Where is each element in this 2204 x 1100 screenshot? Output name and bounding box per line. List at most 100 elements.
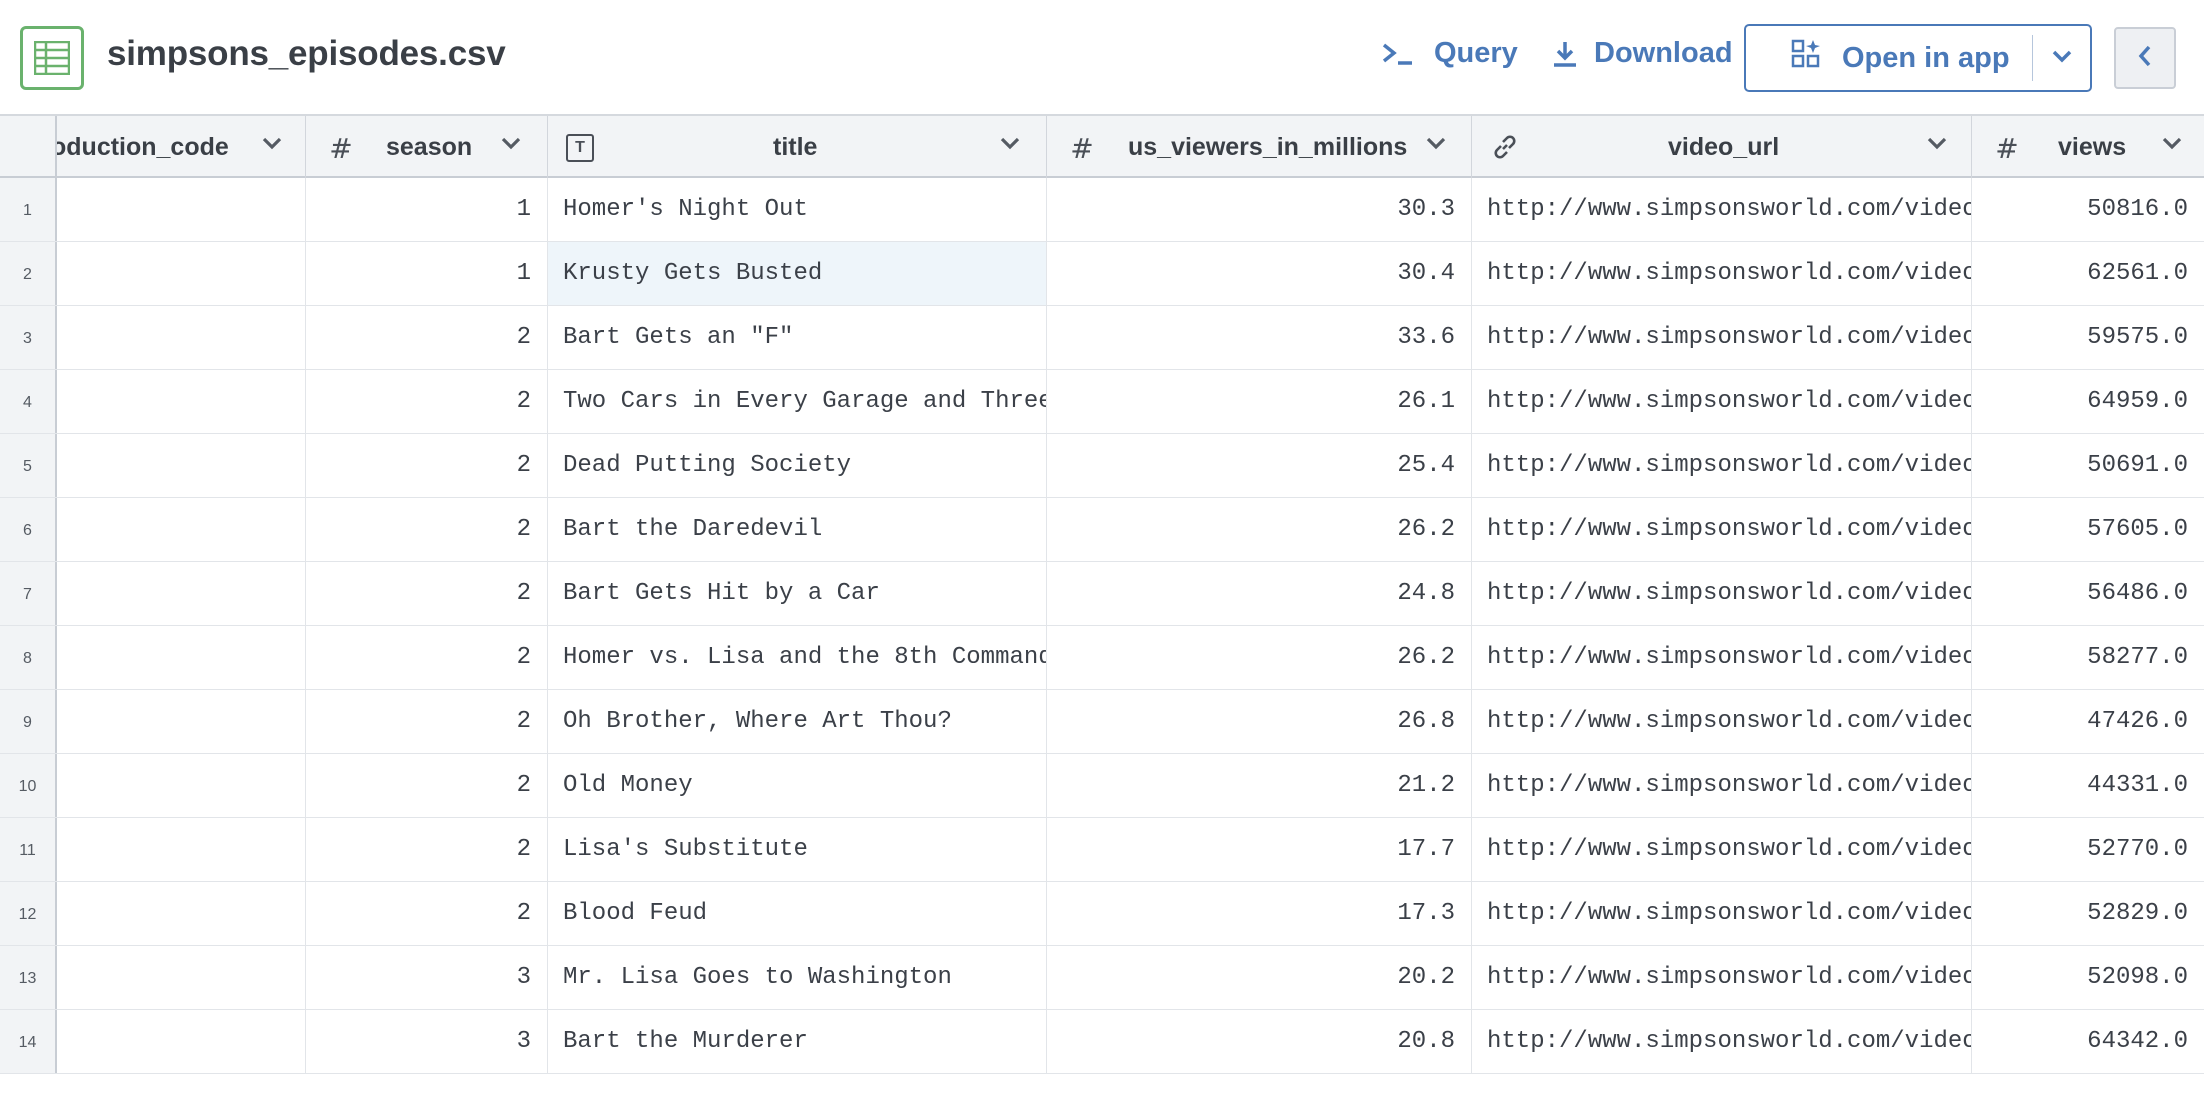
cell-views[interactable]: 62561.0: [1972, 242, 2204, 305]
cell-video-url[interactable]: http://www.simpsonsworld.com/video/26: [1472, 498, 1972, 561]
cell-views[interactable]: 64342.0: [1972, 1010, 2204, 1073]
cell-season[interactable]: 2: [306, 818, 548, 881]
cell-season[interactable]: 1: [306, 178, 548, 241]
cell-us-viewers[interactable]: 26.8: [1047, 690, 1472, 753]
cell-title[interactable]: Dead Putting Society: [548, 434, 1047, 497]
cell-video-url[interactable]: http://www.simpsonsworld.com/video/28: [1472, 818, 1972, 881]
column-header-season[interactable]: # season: [306, 116, 548, 178]
table-row[interactable]: 9 2 Oh Brother, Where Art Thou? 26.8 http://…: [0, 690, 2204, 754]
cell-production-code[interactable]: [57, 946, 306, 1009]
cell-video-url[interactable]: http://www.simpsonsworld.com/video/26: [1472, 562, 1972, 625]
table-row[interactable]: 4 2Two Cars in Every Garage and Three Eye…: [0, 370, 2204, 434]
cell-title[interactable]: Krusty Gets Busted: [548, 242, 1047, 305]
cell-season[interactable]: 2: [306, 562, 548, 625]
cell-production-code[interactable]: [57, 498, 306, 561]
cell-video-url[interactable]: http://www.simpsonsworld.com/video/27: [1472, 178, 1972, 241]
chevron-down-icon[interactable]: [1425, 136, 1447, 155]
column-header-video-url[interactable]: video_url: [1472, 116, 1972, 178]
open-in-app-button[interactable]: Open in app: [1746, 26, 2032, 90]
column-header-title[interactable]: T title: [548, 116, 1047, 178]
cell-views[interactable]: 50691.0: [1972, 434, 2204, 497]
open-in-app-dropdown[interactable]: [2033, 26, 2090, 90]
cell-production-code[interactable]: [57, 242, 306, 305]
chevron-down-icon[interactable]: [500, 136, 522, 155]
cell-us-viewers[interactable]: 25.4: [1047, 434, 1472, 497]
cell-production-code[interactable]: [57, 1010, 306, 1073]
table-row[interactable]: 14 3 Bart the Murderer 20.8 http://www.simps…: [0, 1010, 2204, 1074]
column-header-production-code[interactable]: oduction_code: [57, 116, 306, 178]
cell-title[interactable]: Mr. Lisa Goes to Washington: [548, 946, 1047, 1009]
table-row[interactable]: 3 2 Bart Gets an "F" 33.6 http://www.simpson…: [0, 306, 2204, 370]
cell-title[interactable]: Homer vs. Lisa and the 8th Commandment: [548, 626, 1047, 689]
cell-video-url[interactable]: http://www.simpsonsworld.com/video/27: [1472, 882, 1972, 945]
cell-season[interactable]: 3: [306, 946, 548, 1009]
cell-us-viewers[interactable]: 30.4: [1047, 242, 1472, 305]
cell-views[interactable]: 44331.0: [1972, 754, 2204, 817]
cell-production-code[interactable]: [57, 626, 306, 689]
table-row[interactable]: 12 2 Blood Feud 17.3 http://www.simpsonsworl…: [0, 882, 2204, 946]
cell-us-viewers[interactable]: 33.6: [1047, 306, 1472, 369]
cell-video-url[interactable]: http://www.simpsonsworld.com/video/26: [1472, 434, 1972, 497]
cell-video-url[interactable]: http://www.simpsonsworld.com/video/27: [1472, 690, 1972, 753]
chevron-down-icon[interactable]: [999, 136, 1021, 155]
cell-production-code[interactable]: [57, 818, 306, 881]
cell-production-code[interactable]: [57, 754, 306, 817]
cell-views[interactable]: 59575.0: [1972, 306, 2204, 369]
cell-production-code[interactable]: [57, 370, 306, 433]
cell-video-url[interactable]: http://www.simpsonsworld.com/video/26: [1472, 754, 1972, 817]
cell-video-url[interactable]: http://www.simpsonsworld.com/video/28: [1472, 242, 1972, 305]
cell-season[interactable]: 2: [306, 370, 548, 433]
table-row[interactable]: 2 1 Krusty Gets Busted 30.4 http://www.simps…: [0, 242, 2204, 306]
chevron-down-icon[interactable]: [2161, 136, 2183, 155]
cell-season[interactable]: 2: [306, 754, 548, 817]
cell-video-url[interactable]: http://www.simpsonsworld.com/video/26: [1472, 370, 1972, 433]
cell-us-viewers[interactable]: 26.2: [1047, 498, 1472, 561]
table-row[interactable]: 5 2 Dead Putting Society 25.4 http://www.sim…: [0, 434, 2204, 498]
cell-views[interactable]: 58277.0: [1972, 626, 2204, 689]
cell-production-code[interactable]: [57, 178, 306, 241]
cell-video-url[interactable]: http://www.simpsonsworld.com/video/28: [1472, 1010, 1972, 1073]
cell-title[interactable]: Bart the Murderer: [548, 1010, 1047, 1073]
cell-video-url[interactable]: http://www.simpsonsworld.com/video/26: [1472, 626, 1972, 689]
table-row[interactable]: 6 2 Bart the Daredevil 26.2 http://www.simps…: [0, 498, 2204, 562]
cell-title[interactable]: Bart Gets an "F": [548, 306, 1047, 369]
collapse-panel-button[interactable]: [2114, 27, 2176, 89]
cell-video-url[interactable]: http://www.simpsonsworld.com/video/26: [1472, 306, 1972, 369]
cell-title[interactable]: Blood Feud: [548, 882, 1047, 945]
cell-title[interactable]: Lisa's Substitute: [548, 818, 1047, 881]
cell-views[interactable]: 57605.0: [1972, 498, 2204, 561]
cell-production-code[interactable]: [57, 882, 306, 945]
cell-production-code[interactable]: [57, 690, 306, 753]
cell-us-viewers[interactable]: 20.8: [1047, 1010, 1472, 1073]
cell-us-viewers[interactable]: 21.2: [1047, 754, 1472, 817]
cell-title[interactable]: Old Money: [548, 754, 1047, 817]
cell-us-viewers[interactable]: 30.3: [1047, 178, 1472, 241]
cell-views[interactable]: 47426.0: [1972, 690, 2204, 753]
cell-season[interactable]: 3: [306, 1010, 548, 1073]
cell-video-url[interactable]: http://www.simpsonsworld.com/video/27: [1472, 946, 1972, 1009]
cell-season[interactable]: 2: [306, 690, 548, 753]
cell-season[interactable]: 2: [306, 498, 548, 561]
cell-title[interactable]: Oh Brother, Where Art Thou?: [548, 690, 1047, 753]
cell-us-viewers[interactable]: 17.7: [1047, 818, 1472, 881]
cell-title[interactable]: Bart the Daredevil: [548, 498, 1047, 561]
cell-season[interactable]: 2: [306, 626, 548, 689]
cell-title[interactable]: Bart Gets Hit by a Car: [548, 562, 1047, 625]
cell-production-code[interactable]: [57, 306, 306, 369]
table-row[interactable]: 11 2 Lisa's Substitute 17.7 http://www.simps…: [0, 818, 2204, 882]
chevron-down-icon[interactable]: [1926, 136, 1948, 155]
cell-season[interactable]: 2: [306, 882, 548, 945]
download-button[interactable]: Download: [1550, 37, 1733, 70]
cell-us-viewers[interactable]: 26.1: [1047, 370, 1472, 433]
table-row[interactable]: 1 1 Homer's Night Out 30.3 http://www.simpso…: [0, 178, 2204, 242]
column-header-us-viewers[interactable]: # us_viewers_in_millions: [1047, 116, 1472, 178]
cell-us-viewers[interactable]: 24.8: [1047, 562, 1472, 625]
chevron-down-icon[interactable]: [261, 136, 283, 155]
cell-us-viewers[interactable]: 26.2: [1047, 626, 1472, 689]
cell-title[interactable]: Homer's Night Out: [548, 178, 1047, 241]
cell-views[interactable]: 64959.0: [1972, 370, 2204, 433]
column-header-views[interactable]: # views: [1972, 116, 2204, 178]
cell-views[interactable]: 56486.0: [1972, 562, 2204, 625]
cell-season[interactable]: 1: [306, 242, 548, 305]
query-button[interactable]: Query: [1380, 37, 1518, 70]
